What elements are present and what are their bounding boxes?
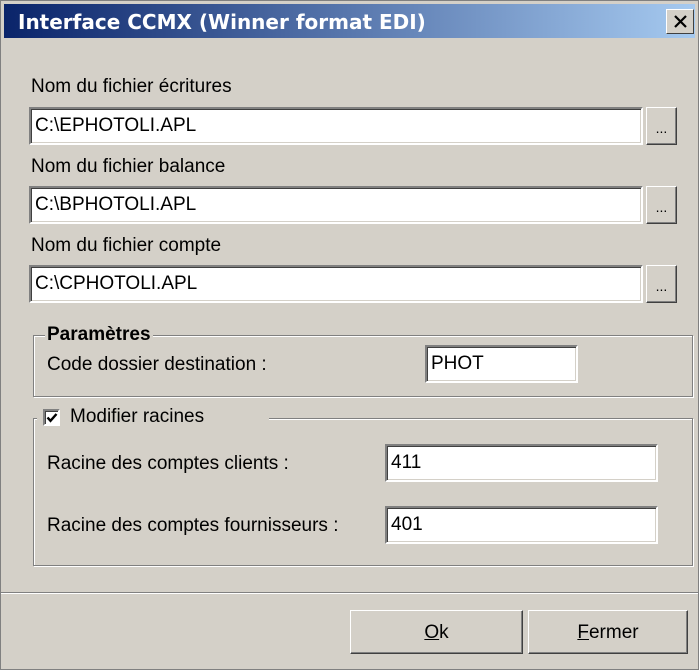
modifier-racines-toggle[interactable]: Modifier racines <box>37 406 269 430</box>
racine-fournisseurs-label: Racine des comptes fournisseurs : <box>47 515 339 536</box>
modifier-racines-checkbox[interactable] <box>43 409 60 426</box>
file-ecritures-label: Nom du fichier écritures <box>31 76 232 97</box>
racine-fournisseurs-input[interactable] <box>391 508 654 542</box>
racine-clients-input[interactable] <box>391 446 654 480</box>
browse-compte-button[interactable]: ... <box>646 265 677 303</box>
ok-button-label: Ok <box>351 622 522 644</box>
browse-balance-button[interactable]: ... <box>646 186 677 224</box>
close-button[interactable] <box>666 9 694 34</box>
file-ecritures-field[interactable] <box>29 107 643 145</box>
racine-fournisseurs-field[interactable] <box>385 506 658 544</box>
browse-compte-label: ... <box>655 278 668 294</box>
footer-separator <box>1 592 698 594</box>
browse-balance-label: ... <box>655 199 668 215</box>
code-dossier-field[interactable] <box>425 345 578 383</box>
racine-clients-label: Racine des comptes clients : <box>47 453 289 474</box>
parametres-legend: Paramètres <box>45 324 153 346</box>
title-bar[interactable]: Interface CCMX (Winner format EDI) <box>4 4 695 38</box>
browse-ecritures-label: ... <box>655 120 668 136</box>
file-balance-field[interactable] <box>29 186 643 224</box>
browse-ecritures-button[interactable]: ... <box>646 107 677 145</box>
file-balance-input[interactable] <box>35 188 639 222</box>
close-x-icon <box>674 15 687 28</box>
fermer-mnemonic: F <box>577 622 589 643</box>
fermer-button[interactable]: Fermer <box>528 610 688 654</box>
fermer-label-rest: ermer <box>588 622 639 643</box>
code-dossier-label: Code dossier destination : <box>47 354 267 375</box>
racine-clients-field[interactable] <box>385 444 658 482</box>
ok-button[interactable]: Ok <box>350 610 523 654</box>
code-dossier-input[interactable] <box>431 347 574 381</box>
file-ecritures-input[interactable] <box>35 109 639 143</box>
modifier-racines-label[interactable]: Modifier racines <box>70 406 204 428</box>
ok-mnemonic: O <box>424 622 440 643</box>
file-compte-label: Nom du fichier compte <box>31 235 222 256</box>
ok-label-rest: k <box>439 622 449 643</box>
file-compte-field[interactable] <box>29 265 643 303</box>
file-balance-label: Nom du fichier balance <box>31 156 226 177</box>
window-title: Interface CCMX (Winner format EDI) <box>18 10 426 34</box>
dialog-window: Interface CCMX (Winner format EDI) Nom d… <box>0 0 699 670</box>
file-compte-input[interactable] <box>35 267 639 301</box>
checkmark-icon <box>46 413 58 423</box>
fermer-button-label: Fermer <box>529 622 687 644</box>
